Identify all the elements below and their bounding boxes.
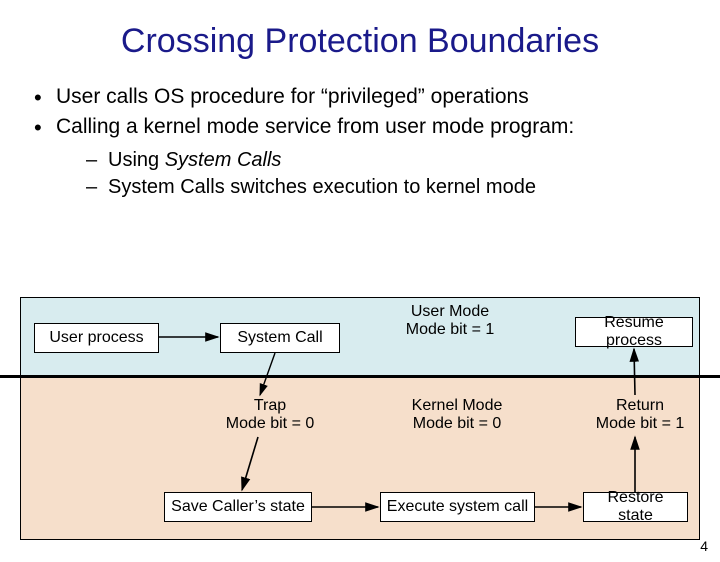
label-return: Return Mode bit = 1 <box>585 397 695 434</box>
label-user-mode-l2: Mode bit = 1 <box>385 321 515 339</box>
label-trap-l1: Trap <box>210 397 330 415</box>
sub-bullet-list: Using System Calls System Calls switches… <box>84 149 720 199</box>
sub-bullet-2: System Calls switches execution to kerne… <box>84 176 720 199</box>
sub-bullet-1-em: System Calls <box>165 149 282 171</box>
bullet-list: User calls OS procedure for “privileged”… <box>28 85 720 199</box>
label-trap-l2: Mode bit = 0 <box>210 415 330 433</box>
diagram: User process System Call Resume process … <box>20 297 700 542</box>
bullet-2-text: Calling a kernel mode service from user … <box>56 115 574 138</box>
mode-divider <box>0 375 720 378</box>
sub-bullet-1: Using System Calls <box>84 149 720 172</box>
box-resume-process: Resume process <box>575 317 693 347</box>
label-kernel-mode-l1: Kernel Mode <box>392 397 522 415</box>
label-return-l1: Return <box>585 397 695 415</box>
box-system-call: System Call <box>220 323 340 353</box>
slide-title: Crossing Protection Boundaries <box>0 22 720 61</box>
sub-bullet-1-prefix: Using <box>108 149 165 171</box>
bullet-2: Calling a kernel mode service from user … <box>28 115 720 199</box>
box-exec-syscall: Execute system call <box>380 492 535 522</box>
label-kernel-mode-l2: Mode bit = 0 <box>392 415 522 433</box>
label-user-mode: User Mode Mode bit = 1 <box>385 303 515 340</box>
box-user-process: User process <box>34 323 159 353</box>
label-kernel-mode: Kernel Mode Mode bit = 0 <box>392 397 522 434</box>
bullet-1: User calls OS procedure for “privileged”… <box>28 85 720 109</box>
page-number: 4 <box>700 538 708 554</box>
label-trap: Trap Mode bit = 0 <box>210 397 330 434</box>
label-user-mode-l1: User Mode <box>385 303 515 321</box>
box-restore-state: Restore state <box>583 492 688 522</box>
box-save-state: Save Caller’s state <box>164 492 312 522</box>
label-return-l2: Mode bit = 1 <box>585 415 695 433</box>
